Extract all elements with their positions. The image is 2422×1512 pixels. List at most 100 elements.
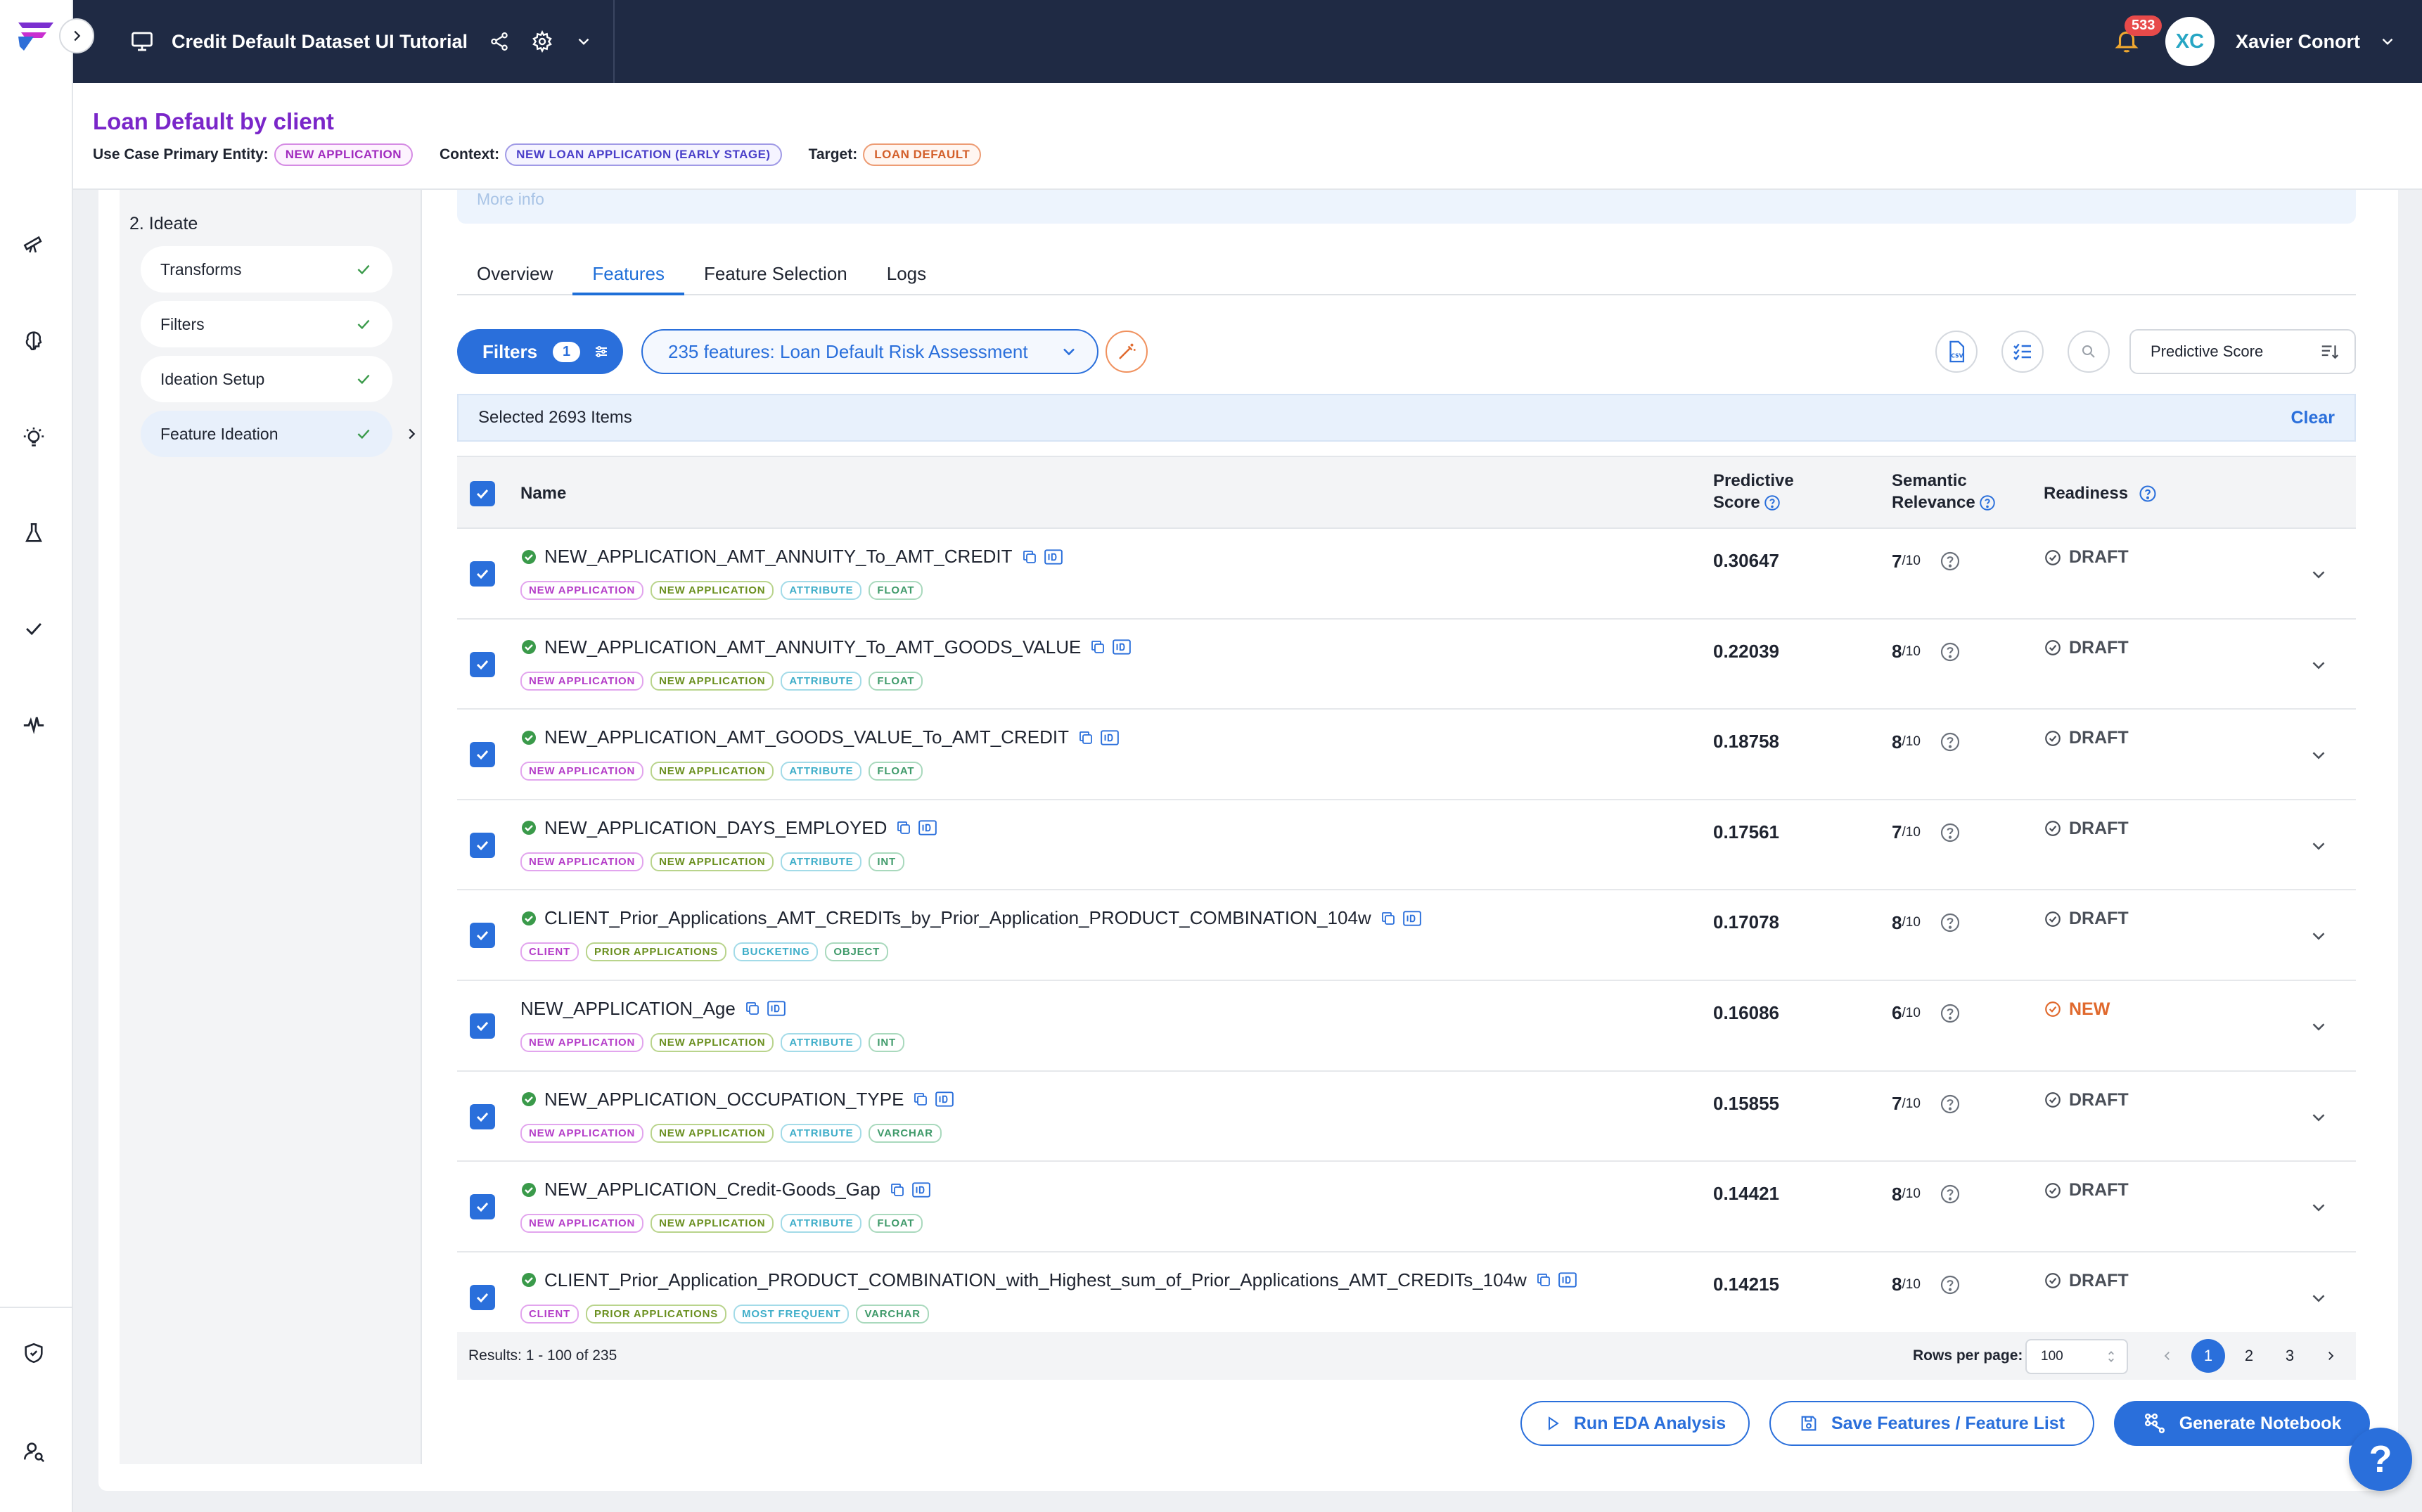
tab-logs[interactable]: Logs (867, 256, 946, 295)
app-logo-icon[interactable] (15, 18, 56, 52)
readiness-status[interactable]: DRAFT (2044, 1090, 2129, 1110)
row-checkbox[interactable] (470, 1284, 495, 1310)
copy-icon[interactable] (1380, 910, 1397, 927)
step-filters[interactable]: Filters (141, 301, 392, 347)
use-case-title[interactable]: Loan Default by client (93, 108, 334, 135)
expand-sidebar-button[interactable] (59, 18, 94, 53)
expand-row-chevron-icon[interactable] (2308, 564, 2329, 589)
feature-name[interactable]: CLIENT_Prior_Applications_AMT_CREDITs_by… (544, 907, 1371, 929)
copy-icon[interactable] (744, 1000, 761, 1017)
help-circle-icon[interactable] (1939, 821, 1961, 844)
readiness-status[interactable]: DRAFT (2044, 909, 2129, 929)
table-row[interactable]: CLIENT_Prior_Application_PRODUCT_COMBINA… (457, 1252, 2356, 1343)
expand-row-chevron-icon[interactable] (2308, 745, 2329, 769)
next-page-button[interactable] (2314, 1339, 2347, 1373)
header-readiness[interactable]: Readiness (2044, 482, 2158, 504)
id-badge-icon[interactable] (1112, 639, 1132, 655)
readiness-status[interactable]: DRAFT (2044, 728, 2129, 748)
table-row[interactable]: CLIENT_Prior_Applications_AMT_CREDITs_by… (457, 890, 2356, 981)
help-circle-icon[interactable] (1939, 550, 1961, 572)
table-row[interactable]: NEW_APPLICATION_DAYS_EMPLOYED NEW APPLIC… (457, 800, 2356, 891)
save-features-button[interactable]: Save Features / Feature List (1769, 1401, 2094, 1446)
tab-features[interactable]: Features (572, 256, 684, 295)
expand-row-chevron-icon[interactable] (2308, 655, 2329, 679)
help-circle-icon[interactable] (2138, 484, 2158, 504)
table-row[interactable]: NEW_APPLICATION_AMT_ANNUITY_To_AMT_CREDI… (457, 529, 2356, 620)
copy-icon[interactable] (889, 1181, 906, 1198)
help-circle-icon[interactable] (1939, 1093, 1961, 1115)
feature-name[interactable]: NEW_APPLICATION_Age (520, 998, 736, 1020)
id-badge-icon[interactable] (1100, 729, 1120, 746)
row-checkbox[interactable] (470, 561, 495, 587)
copy-icon[interactable] (1089, 639, 1106, 655)
header-predictive-score[interactable]: Predictive Score (1713, 470, 1794, 513)
table-row[interactable]: NEW_APPLICATION_OCCUPATION_TYPE NEW APPL… (457, 1071, 2356, 1162)
user-name[interactable]: Xavier Conort (2236, 31, 2360, 53)
row-checkbox[interactable] (470, 742, 495, 768)
magic-wand-button[interactable] (1106, 331, 1148, 373)
step-feature-ideation[interactable]: Feature Ideation (141, 411, 392, 457)
telescope-icon[interactable] (20, 229, 48, 257)
row-checkbox[interactable] (470, 832, 495, 858)
id-badge-icon[interactable] (767, 1000, 786, 1017)
table-row[interactable]: NEW_APPLICATION_AMT_GOODS_VALUE_To_AMT_C… (457, 710, 2356, 800)
flask-icon[interactable] (20, 519, 48, 547)
expand-row-chevron-icon[interactable] (2308, 1197, 2329, 1222)
page-1-button[interactable]: 1 (2191, 1339, 2225, 1373)
row-checkbox[interactable] (470, 1194, 495, 1220)
notifications-button[interactable]: 533 (2109, 15, 2162, 59)
table-row[interactable]: NEW_APPLICATION_Credit-Goods_Gap NEW APP… (457, 1162, 2356, 1252)
expand-row-chevron-icon[interactable] (2308, 1107, 2329, 1132)
prev-page-button[interactable] (2151, 1339, 2184, 1373)
readiness-status[interactable]: DRAFT (2044, 1271, 2129, 1291)
step-ideation-setup[interactable]: Ideation Setup (141, 356, 392, 402)
export-csv-button[interactable]: CSV (1935, 331, 1978, 373)
help-circle-icon[interactable] (1763, 494, 1781, 512)
copy-icon[interactable] (1077, 729, 1094, 746)
id-badge-icon[interactable] (1558, 1271, 1577, 1288)
chevron-down-icon[interactable] (575, 32, 593, 51)
feature-name[interactable]: NEW_APPLICATION_OCCUPATION_TYPE (544, 1089, 904, 1110)
table-row[interactable]: NEW_APPLICATION_AMT_ANNUITY_To_AMT_GOODS… (457, 619, 2356, 710)
id-badge-icon[interactable] (1044, 549, 1063, 565)
row-checkbox[interactable] (470, 923, 495, 949)
page-2-button[interactable]: 2 (2232, 1339, 2266, 1373)
id-badge-icon[interactable] (918, 819, 937, 836)
id-badge-icon[interactable] (911, 1181, 931, 1198)
readiness-status[interactable]: DRAFT (2044, 638, 2129, 658)
help-circle-icon[interactable] (1939, 911, 1961, 934)
feature-name[interactable]: NEW_APPLICATION_Credit-Goods_Gap (544, 1179, 880, 1200)
feature-name[interactable]: NEW_APPLICATION_DAYS_EMPLOYED (544, 817, 887, 839)
checkmark-icon[interactable] (20, 615, 48, 643)
page-3-button[interactable]: 3 (2273, 1339, 2307, 1373)
user-menu-chevron-icon[interactable] (2378, 32, 2397, 51)
expand-row-chevron-icon[interactable] (2308, 1016, 2329, 1041)
help-circle-icon[interactable] (1939, 641, 1961, 663)
id-badge-icon[interactable] (1402, 910, 1422, 927)
help-button[interactable]: ? (2349, 1428, 2412, 1491)
lightbulb-icon[interactable] (20, 423, 48, 451)
feature-name[interactable]: NEW_APPLICATION_AMT_GOODS_VALUE_To_AMT_C… (544, 726, 1069, 748)
help-circle-icon[interactable] (1939, 731, 1961, 753)
gear-icon[interactable] (531, 30, 553, 53)
brain-icon[interactable] (20, 326, 48, 354)
rows-per-page-select[interactable]: 100 (2025, 1339, 2128, 1374)
generate-notebook-button[interactable]: Generate Notebook (2114, 1401, 2370, 1446)
id-badge-icon[interactable] (935, 1091, 954, 1108)
help-circle-icon[interactable] (1978, 494, 1997, 512)
tab-feature-selection[interactable]: Feature Selection (684, 256, 867, 295)
user-search-icon[interactable] (20, 1437, 48, 1466)
share-icon[interactable] (489, 31, 510, 52)
avatar[interactable]: XC (2165, 17, 2215, 66)
copy-icon[interactable] (895, 819, 912, 836)
readiness-status[interactable]: DRAFT (2044, 1180, 2129, 1200)
row-checkbox[interactable] (470, 651, 495, 677)
row-checkbox[interactable] (470, 1103, 495, 1129)
clear-selection-button[interactable]: Clear (2290, 408, 2335, 428)
tab-overview[interactable]: Overview (457, 256, 572, 295)
expand-row-chevron-icon[interactable] (2308, 925, 2329, 950)
help-circle-icon[interactable] (1939, 1002, 1961, 1025)
feature-name[interactable]: CLIENT_Prior_Application_PRODUCT_COMBINA… (544, 1269, 1527, 1291)
run-eda-button[interactable]: Run EDA Analysis (1520, 1401, 1750, 1446)
select-columns-button[interactable] (2001, 331, 2044, 373)
